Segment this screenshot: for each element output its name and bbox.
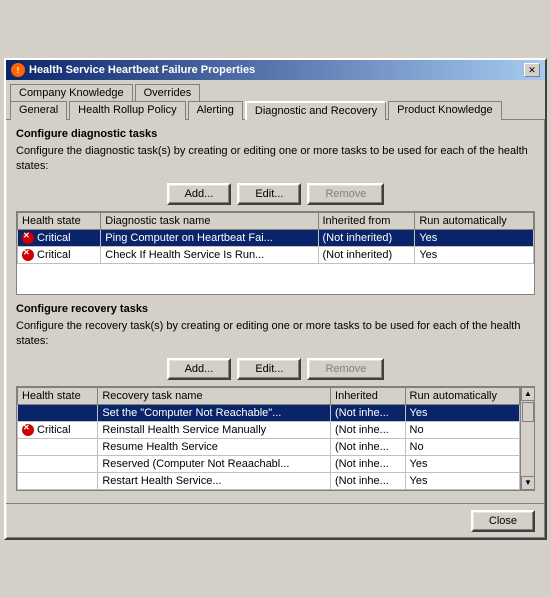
diag-cell-run_auto: Yes xyxy=(415,229,534,246)
recovery-btn-row: Add... Edit... Remove xyxy=(16,358,535,380)
rec-cell-health-state xyxy=(18,438,98,455)
rec-col-run-auto: Run automatically xyxy=(405,387,519,404)
scroll-down-button[interactable]: ▼ xyxy=(521,476,535,490)
recovery-desc: Configure the recovery task(s) by creati… xyxy=(16,319,535,350)
critical-icon xyxy=(22,232,34,244)
tab-product-knowledge[interactable]: Product Knowledge xyxy=(388,101,501,120)
diagnostic-table-container: Health state Diagnostic task name Inheri… xyxy=(16,211,535,295)
rec-cell-run_auto: No xyxy=(405,438,519,455)
rec-cell-task_name: Set the "Computer Not Reachable"... xyxy=(98,404,331,421)
diag-col-inherited: Inherited from xyxy=(318,212,415,229)
table-row[interactable]: CriticalCheck If Health Service Is Run..… xyxy=(18,246,534,263)
rec-cell-inherited_from: (Not inhe... xyxy=(331,404,406,421)
diagnostic-title: Configure diagnostic tasks xyxy=(16,128,535,140)
diagnostic-remove-button[interactable]: Remove xyxy=(307,183,384,205)
table-row[interactable]: CriticalReinstall Health Service Manuall… xyxy=(18,421,520,438)
diag-col-run-auto: Run automatically xyxy=(415,212,534,229)
rec-cell-health-state xyxy=(18,472,98,489)
recovery-add-button[interactable]: Add... xyxy=(167,358,232,380)
diag-cell-inherited_from: (Not inherited) xyxy=(318,229,415,246)
app-icon: ! xyxy=(11,63,25,77)
tab-row-2: General Health Rollup Policy Alerting Di… xyxy=(6,100,545,120)
rec-cell-run_auto: No xyxy=(405,421,519,438)
scroll-track xyxy=(521,401,534,476)
table-row[interactable]: Resume Health Service(Not inhe...No xyxy=(18,438,520,455)
main-window: ! Health Service Heartbeat Failure Prope… xyxy=(4,58,547,540)
rec-cell-run_auto: Yes xyxy=(405,472,519,489)
rec-cell-health-state: Critical xyxy=(18,421,98,438)
window-close-button[interactable]: ✕ xyxy=(524,63,540,77)
diag-cell-inherited_from: (Not inherited) xyxy=(318,246,415,263)
rec-cell-task_name: Reinstall Health Service Manually xyxy=(98,421,331,438)
diagnostic-add-button[interactable]: Add... xyxy=(167,183,232,205)
diag-cell-health-state: Critical xyxy=(18,246,101,263)
tab-row-1: Company Knowledge Overrides xyxy=(6,80,545,100)
title-bar-text: ! Health Service Heartbeat Failure Prope… xyxy=(11,63,255,77)
rec-cell-inherited_from: (Not inhe... xyxy=(331,455,406,472)
rec-cell-inherited_from: (Not inhe... xyxy=(331,472,406,489)
diagnostic-btn-row: Add... Edit... Remove xyxy=(16,183,535,205)
recovery-title: Configure recovery tasks xyxy=(16,303,535,315)
footer-bar: Close xyxy=(6,503,545,538)
recovery-remove-button[interactable]: Remove xyxy=(307,358,384,380)
diag-cell-task_name: Check If Health Service Is Run... xyxy=(101,246,318,263)
diag-cell-health-state: Critical xyxy=(18,229,101,246)
rec-cell-run_auto: Yes xyxy=(405,404,519,421)
rec-col-task-name: Recovery task name xyxy=(98,387,331,404)
rec-cell-run_auto: Yes xyxy=(405,455,519,472)
diag-col-task-name: Diagnostic task name xyxy=(101,212,318,229)
rec-col-health-state: Health state xyxy=(18,387,98,404)
tab-company-knowledge[interactable]: Company Knowledge xyxy=(10,84,133,101)
rec-cell-health-state xyxy=(18,404,98,421)
window-title: Health Service Heartbeat Failure Propert… xyxy=(29,64,255,76)
rec-cell-health-state xyxy=(18,455,98,472)
table-row[interactable]: Reserved (Computer Not Reaachabl...(Not … xyxy=(18,455,520,472)
rec-cell-inherited_from: (Not inhe... xyxy=(331,421,406,438)
rec-cell-task_name: Restart Health Service... xyxy=(98,472,331,489)
table-row[interactable]: Restart Health Service...(Not inhe...Yes xyxy=(18,472,520,489)
close-button[interactable]: Close xyxy=(471,510,535,532)
table-row[interactable]: CriticalPing Computer on Heartbeat Fai..… xyxy=(18,229,534,246)
rec-cell-task_name: Reserved (Computer Not Reaachabl... xyxy=(98,455,331,472)
scroll-thumb[interactable] xyxy=(522,402,534,422)
tab-health-rollup[interactable]: Health Rollup Policy xyxy=(69,101,185,120)
tab-diagnostic-recovery[interactable]: Diagnostic and Recovery xyxy=(245,101,386,120)
tab-alerting[interactable]: Alerting xyxy=(188,101,243,120)
critical-icon xyxy=(22,424,34,436)
critical-icon xyxy=(22,249,34,261)
tab-overrides[interactable]: Overrides xyxy=(135,84,201,101)
diag-cell-task_name: Ping Computer on Heartbeat Fai... xyxy=(101,229,318,246)
recovery-edit-button[interactable]: Edit... xyxy=(237,358,301,380)
diag-col-health-state: Health state xyxy=(18,212,101,229)
recovery-table: Health state Recovery task name Inherite… xyxy=(17,387,520,490)
diagnostic-edit-button[interactable]: Edit... xyxy=(237,183,301,205)
diagnostic-desc: Configure the diagnostic task(s) by crea… xyxy=(16,144,535,175)
content-area: Configure diagnostic tasks Configure the… xyxy=(6,120,545,499)
recovery-table-container: Health state Recovery task name Inherite… xyxy=(16,386,535,491)
scrollbar[interactable]: ▲ ▼ xyxy=(520,387,534,490)
rec-cell-inherited_from: (Not inhe... xyxy=(331,438,406,455)
rec-cell-task_name: Resume Health Service xyxy=(98,438,331,455)
tab-general[interactable]: General xyxy=(10,101,67,120)
scroll-up-button[interactable]: ▲ xyxy=(521,387,535,401)
diagnostic-table: Health state Diagnostic task name Inheri… xyxy=(17,212,534,264)
title-bar: ! Health Service Heartbeat Failure Prope… xyxy=(6,60,545,80)
rec-col-inherited: Inherited xyxy=(331,387,406,404)
table-row[interactable]: Set the "Computer Not Reachable"...(Not … xyxy=(18,404,520,421)
diag-cell-run_auto: Yes xyxy=(415,246,534,263)
